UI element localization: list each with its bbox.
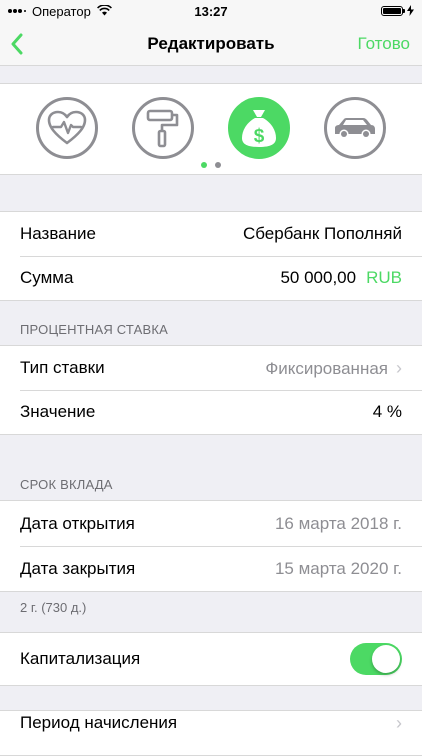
close-date-row[interactable]: Дата закрытия 15 марта 2020 г. xyxy=(0,546,422,591)
page-dot xyxy=(215,162,221,168)
amount-label: Сумма xyxy=(20,268,74,287)
charging-bolt-icon xyxy=(407,4,414,19)
accrual-group: Период начисления › xyxy=(0,710,422,756)
status-right xyxy=(381,4,414,19)
battery-icon xyxy=(381,6,405,16)
carrier-name: Оператор xyxy=(32,3,91,19)
rate-type-value: Фиксированная xyxy=(265,358,388,378)
term-duration-note: 2 г. (730 д.) xyxy=(20,600,87,615)
close-date-value[interactable]: 15 марта 2020 г. xyxy=(275,559,402,579)
term-section-header: СРОК ВКЛАДА xyxy=(20,477,113,492)
page-indicator[interactable] xyxy=(0,162,422,168)
chevron-left-icon xyxy=(11,33,23,54)
top-spacer xyxy=(0,66,422,83)
signal-icon xyxy=(8,4,26,19)
accrual-period-row[interactable]: Период начисления › xyxy=(0,711,422,755)
open-date-label: Дата открытия xyxy=(20,513,135,533)
rate-section-header: ПРОЦЕНТНАЯ СТАВКА xyxy=(20,322,168,337)
amount-row[interactable]: Сумма 50 000,00 RUB xyxy=(0,256,422,300)
capitalization-toggle[interactable] xyxy=(350,643,402,675)
category-car[interactable] xyxy=(324,97,386,159)
page-dot-active xyxy=(201,162,207,168)
section-spacer xyxy=(0,175,422,211)
open-date-row[interactable]: Дата открытия 16 марта 2018 г. xyxy=(0,501,422,546)
rate-value-value[interactable]: 4 % xyxy=(373,402,402,422)
navigation-bar: Редактировать Готово xyxy=(0,22,422,66)
amount-value[interactable]: 50 000,00 xyxy=(280,268,356,287)
close-date-label: Дата закрытия xyxy=(20,558,136,578)
svg-text:$: $ xyxy=(254,126,265,147)
currency-button[interactable]: RUB xyxy=(366,268,402,287)
capitalization-group: Капитализация xyxy=(0,632,422,686)
rate-value-label: Значение xyxy=(20,402,96,421)
done-button[interactable]: Готово xyxy=(358,34,411,54)
accrual-period-label: Период начисления xyxy=(20,713,178,732)
category-health[interactable] xyxy=(36,97,98,159)
rate-type-row[interactable]: Тип ставки Фиксированная › xyxy=(0,346,422,390)
toggle-knob xyxy=(372,645,400,673)
rate-type-label: Тип ставки xyxy=(20,358,105,377)
capitalization-label: Капитализация xyxy=(20,649,141,668)
term-group: Дата открытия 16 марта 2018 г. Дата закр… xyxy=(0,500,422,592)
wifi-icon xyxy=(96,3,112,19)
status-bar: Оператор 13:27 xyxy=(0,0,422,22)
deposit-main-group: Название Сбербанк Пополняй Сумма 50 000,… xyxy=(0,211,422,301)
heart-pulse-icon xyxy=(47,110,87,145)
name-label: Название xyxy=(20,224,96,243)
open-date-value[interactable]: 16 марта 2018 г. xyxy=(275,514,402,534)
chevron-right-icon: › xyxy=(396,357,402,378)
chevron-right-icon: › xyxy=(396,713,402,733)
car-icon xyxy=(335,118,375,139)
rate-value-row[interactable]: Значение 4 % xyxy=(0,390,422,434)
back-button[interactable] xyxy=(10,33,24,55)
section-spacer-bottom xyxy=(0,686,422,710)
name-row[interactable]: Название Сбербанк Пополняй xyxy=(0,212,422,256)
category-savings[interactable]: $ xyxy=(228,97,290,159)
status-left: Оператор xyxy=(8,4,112,19)
paint-roller-icon xyxy=(146,109,179,148)
money-bag-icon: $ xyxy=(242,110,276,147)
name-value[interactable]: Сбербанк Пополняй xyxy=(243,224,402,244)
category-renovation[interactable] xyxy=(132,97,194,159)
capitalization-row: Капитализация xyxy=(0,633,422,685)
category-carousel[interactable]: $ xyxy=(0,83,422,175)
rate-group: Тип ставки Фиксированная › Значение 4 % xyxy=(0,345,422,435)
